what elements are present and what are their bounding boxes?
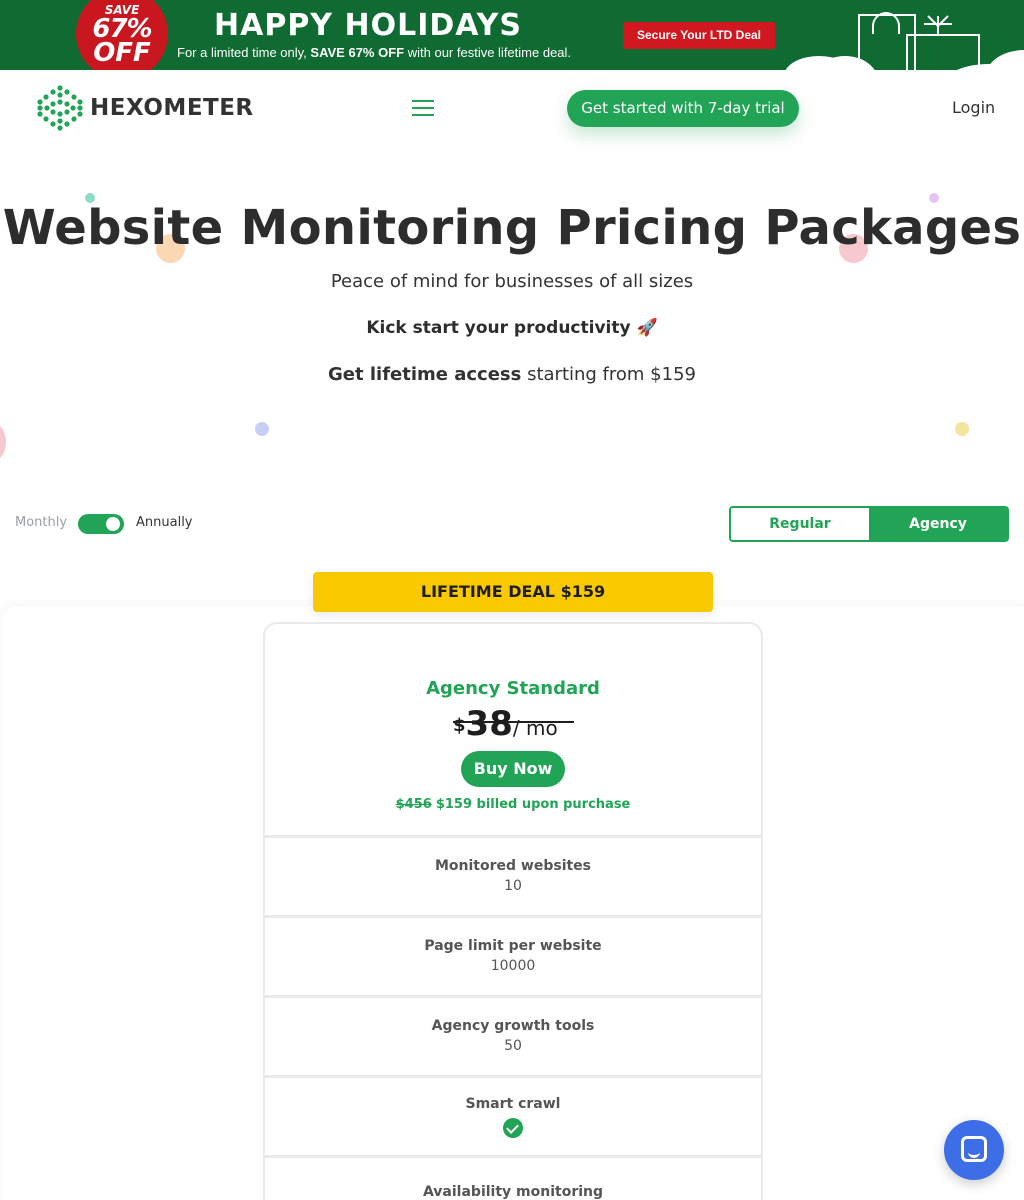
regular-tab[interactable]: Regular xyxy=(731,508,869,540)
feature-row: Page limit per website 10000 xyxy=(265,915,761,995)
hamburger-icon[interactable] xyxy=(412,100,434,116)
banner-subtitle: For a limited time only, SAVE 67% OFF wi… xyxy=(177,45,571,60)
feature-label: Agency growth tools xyxy=(431,1018,595,1034)
feature-value: 10 xyxy=(504,878,522,894)
toggle-knob xyxy=(106,517,120,531)
promo-banner[interactable]: SAVE 67% OFF HAPPY HOLIDAYS For a limite… xyxy=(0,0,1024,70)
logo[interactable]: HEXOMETER xyxy=(36,84,254,132)
price-period: / mo xyxy=(512,716,558,740)
decor-dot xyxy=(255,422,269,436)
feature-value: 50 xyxy=(504,1038,522,1054)
price-strikethrough xyxy=(453,721,574,723)
lifetime-bold: Get lifetime access xyxy=(328,364,522,385)
login-link[interactable]: Login xyxy=(952,98,995,117)
feature-label: Smart crawl xyxy=(465,1096,561,1112)
banner-title: HAPPY HOLIDAYS xyxy=(214,8,522,43)
annually-label[interactable]: Annually xyxy=(136,515,193,530)
badge-off: OFF xyxy=(93,38,151,68)
hero-subtitle: Peace of mind for businesses of all size… xyxy=(330,271,694,292)
feature-row: Availability monitoring xyxy=(265,1155,761,1200)
banner-sub-post: with our festive lifetime deal. xyxy=(407,45,572,60)
hexometer-logo-icon xyxy=(37,85,83,131)
logo-text: HEXOMETER xyxy=(90,95,254,121)
feature-label: Monitored websites xyxy=(434,858,592,874)
plan-card: Agency Standard $38/ mo Buy Now $456 $159… xyxy=(263,622,763,1200)
feature-row: Monitored websites 10 xyxy=(265,835,761,915)
chat-widget-button[interactable] xyxy=(944,1120,1004,1180)
buy-now-button[interactable]: Buy Now xyxy=(461,751,565,787)
save-badge: SAVE 67% OFF xyxy=(76,0,168,70)
plan-name: Agency Standard xyxy=(426,678,600,699)
decor-dot xyxy=(0,424,6,460)
billed-text: $159 billed upon purchase xyxy=(435,797,631,812)
price-currency: $ xyxy=(453,715,466,736)
billing-toggle[interactable] xyxy=(78,514,124,534)
banner-sub-bold: SAVE 67% OFF xyxy=(310,45,405,60)
feature-label: Page limit per website xyxy=(424,938,602,954)
chat-icon xyxy=(961,1136,987,1162)
checkmark-icon xyxy=(503,1118,523,1138)
hero-lifetime: Get lifetime access starting from $159 xyxy=(0,364,1024,385)
hero-kickstart: Kick start your productivity 🚀 xyxy=(366,318,658,338)
old-total: $456 xyxy=(395,797,432,812)
monthly-label[interactable]: Monthly xyxy=(15,515,67,530)
feature-row: Smart crawl xyxy=(265,1075,761,1155)
lifetime-deal-badge: LIFETIME DEAL $159 xyxy=(313,572,713,612)
decor-dot xyxy=(955,422,969,436)
feature-row: Agency growth tools 50 xyxy=(265,995,761,1075)
banner-sub-pre: For a limited time only, xyxy=(177,45,307,60)
plan-price: $38/ mo xyxy=(453,704,558,744)
feature-label: Availability monitoring xyxy=(422,1184,604,1200)
billing-note: $456 $159 billed upon purchase xyxy=(265,797,761,812)
secure-ltd-deal-button[interactable]: Secure Your LTD Deal xyxy=(623,22,775,49)
page-title: Website Monitoring Pricing Packages xyxy=(2,200,1022,256)
feature-value: 10000 xyxy=(490,958,536,974)
gift-bow-icon xyxy=(924,15,952,36)
cloud-decoration xyxy=(984,50,1024,70)
price-amount: 38 xyxy=(465,704,513,744)
trial-button[interactable]: Get started with 7-day trial xyxy=(567,90,799,127)
agency-tab[interactable]: Agency xyxy=(869,508,1007,540)
gift-box-icon xyxy=(906,34,980,70)
plan-type-selector[interactable]: Regular Agency xyxy=(729,506,1009,542)
lifetime-rest: starting from $159 xyxy=(521,364,696,385)
